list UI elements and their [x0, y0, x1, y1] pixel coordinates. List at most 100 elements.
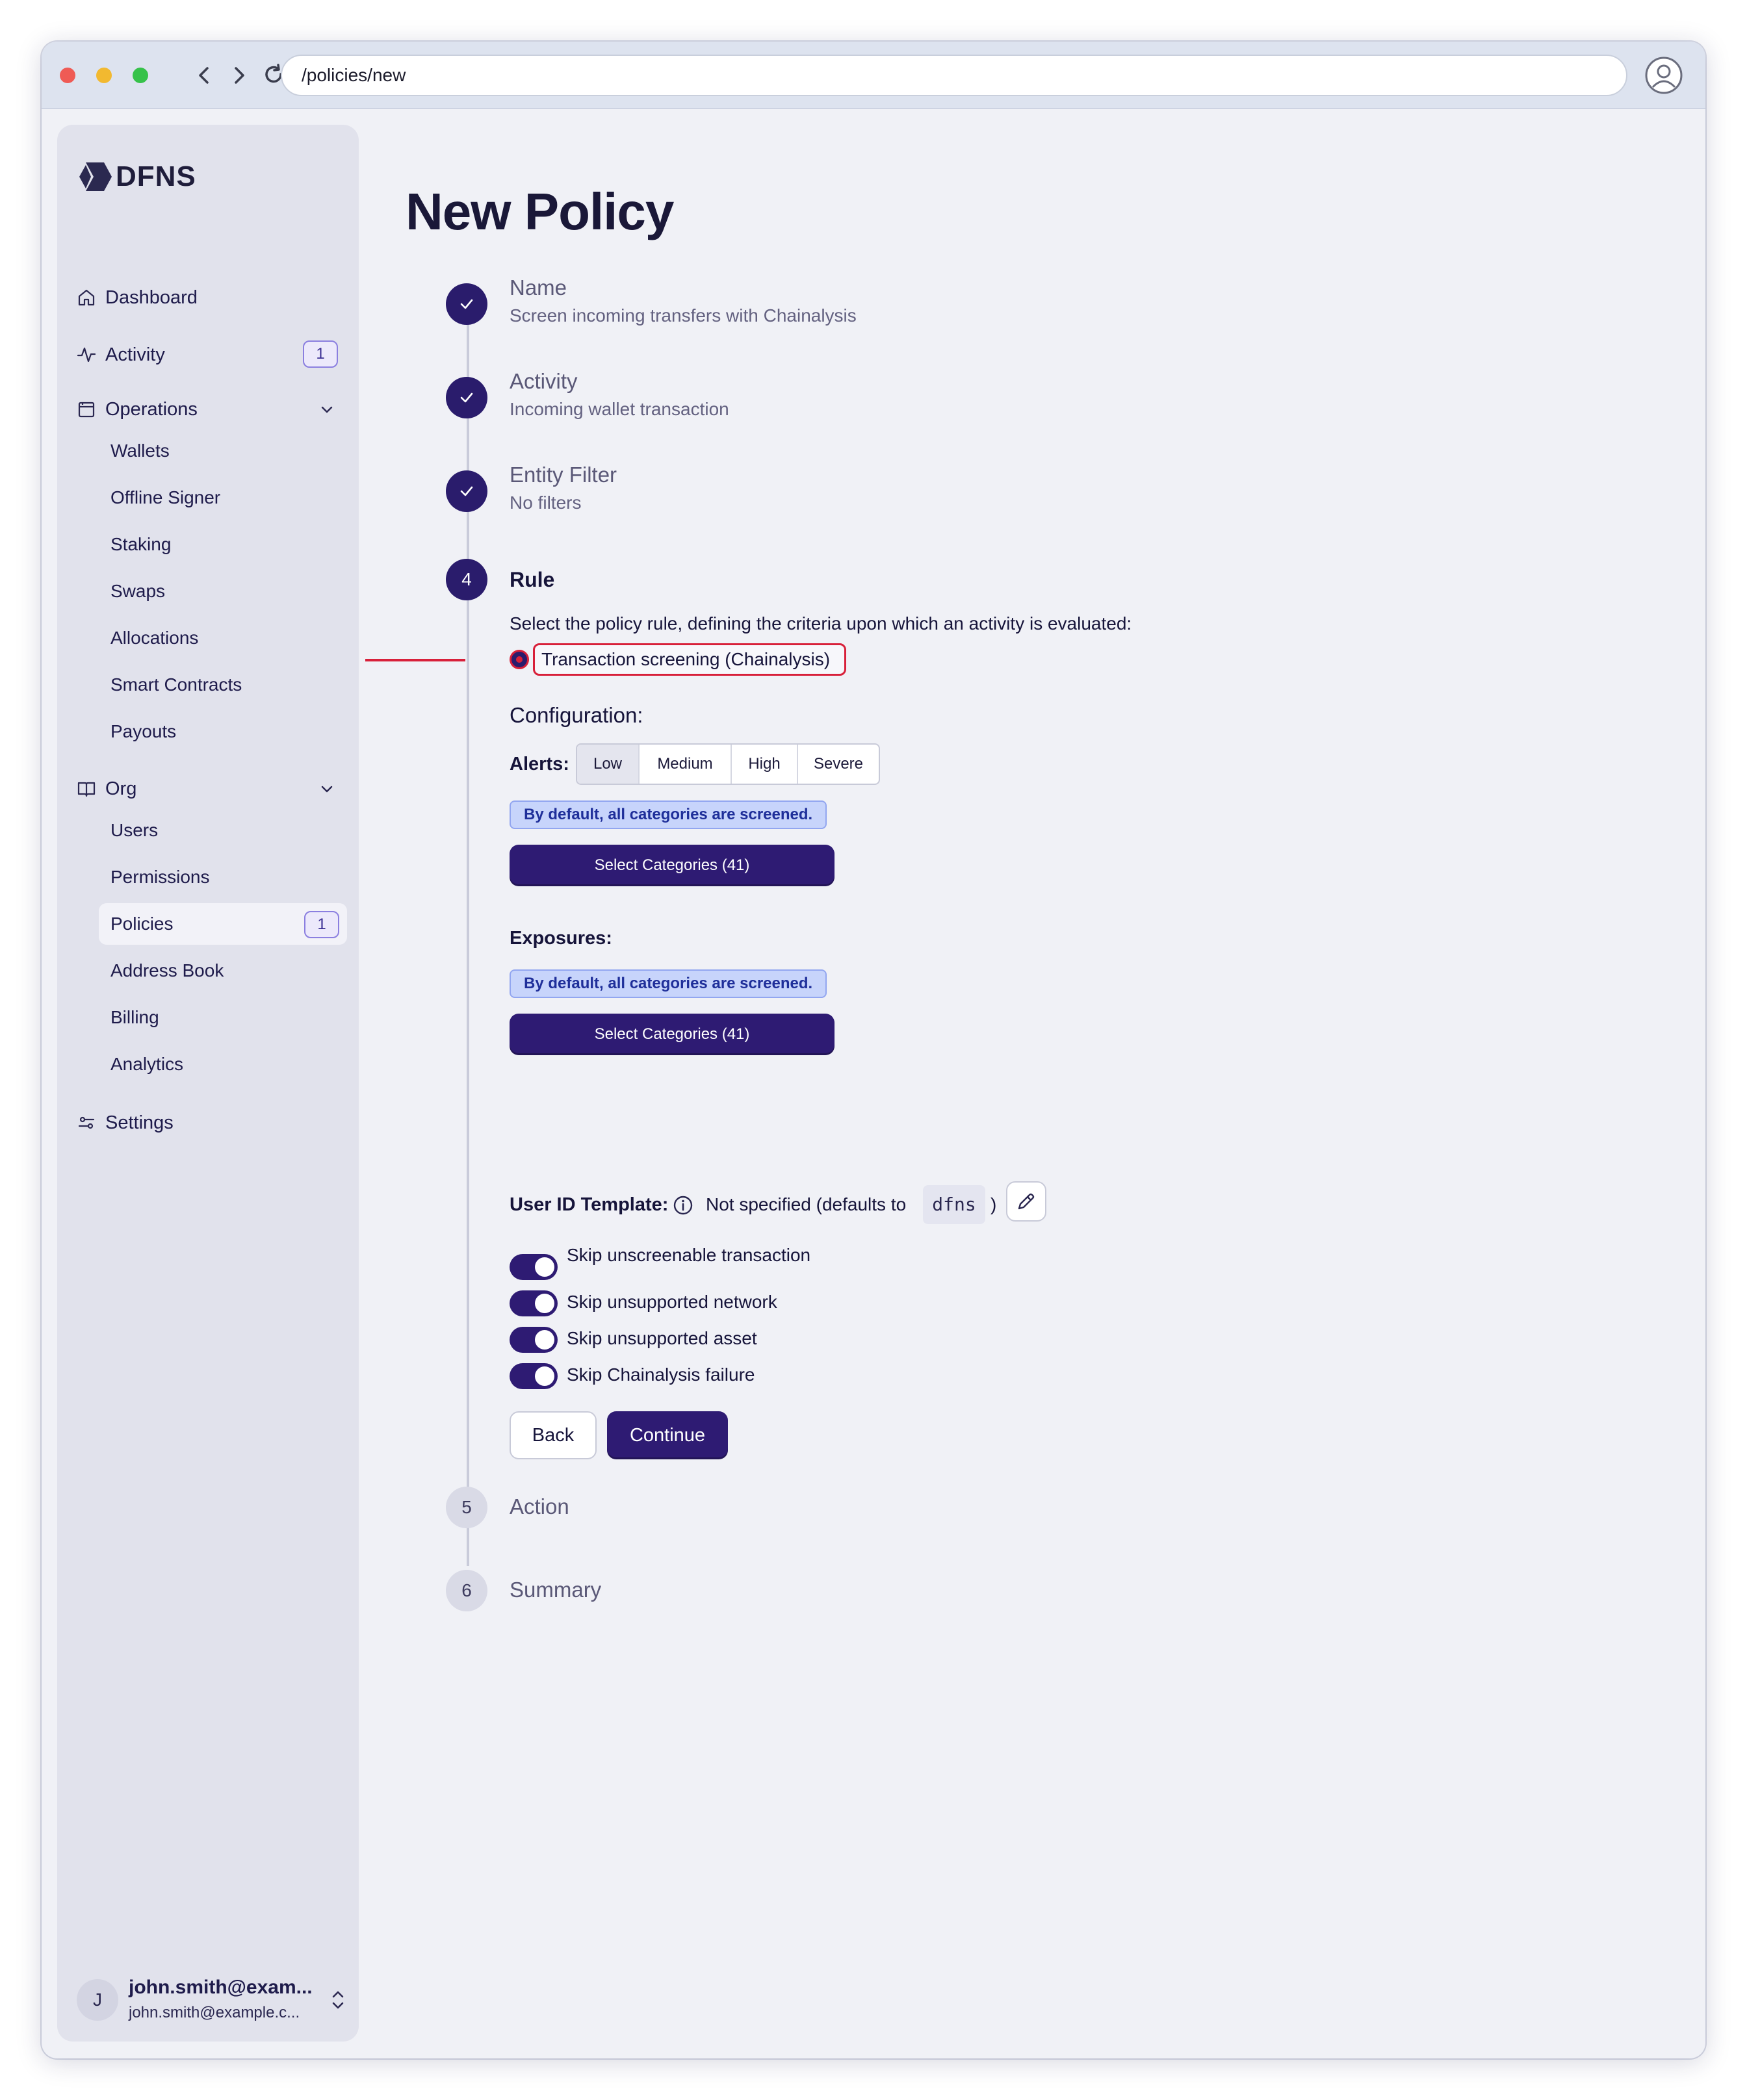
- step-2-complete-indicator: [446, 377, 487, 418]
- sidebar-item-label: Dashboard: [105, 287, 198, 308]
- step-4-title: Rule: [510, 568, 555, 591]
- sidebar-group-operations[interactable]: Operations: [77, 390, 198, 429]
- sidebar-item-label: Operations: [105, 398, 198, 420]
- settings-sliders-icon: [78, 1116, 95, 1129]
- sidebar-item-users[interactable]: Users: [99, 810, 347, 851]
- alerts-select-categories-button[interactable]: Select Categories (41): [510, 845, 835, 886]
- step-1-title[interactable]: Name: [510, 275, 567, 300]
- home-icon: [78, 289, 95, 306]
- sidebar-item-dashboard[interactable]: Dashboard: [77, 278, 198, 317]
- edit-user-id-template-button[interactable]: [1006, 1181, 1046, 1222]
- minimize-window-button[interactable]: [96, 68, 112, 83]
- sidebar-item-label: Org: [105, 778, 137, 799]
- url-bar[interactable]: /policies/new: [281, 55, 1627, 96]
- dfns-logo-icon: [79, 162, 112, 191]
- alert-level-low[interactable]: Low: [577, 745, 640, 784]
- profile-button[interactable]: [1644, 56, 1683, 95]
- alert-level-high[interactable]: High: [732, 745, 798, 784]
- exposures-info-chip: By default, all categories are screened.: [510, 969, 827, 998]
- sidebar-item-activity[interactable]: Activity: [77, 335, 165, 374]
- rule-description: Select the policy rule, defining the cri…: [510, 613, 1132, 634]
- back-nav-button[interactable]: [187, 58, 221, 92]
- configuration-title: Configuration:: [510, 703, 643, 727]
- toggle-label: Skip unsupported asset: [567, 1328, 757, 1348]
- step-2-title[interactable]: Activity: [510, 369, 578, 394]
- user-id-template-value: Not specified (defaults to: [706, 1194, 907, 1214]
- user-profile-icon: [1645, 57, 1683, 94]
- user-account-switcher[interactable]: J john.smith@exam... john.smith@example.…: [77, 1974, 344, 2026]
- toggle-skip-unsupported-asset[interactable]: [510, 1327, 558, 1353]
- chevron-down-icon[interactable]: [317, 780, 337, 799]
- sidebar-item-label: Settings: [105, 1112, 174, 1133]
- back-button[interactable]: Back: [510, 1411, 597, 1459]
- exposures-label: Exposures:: [510, 928, 612, 949]
- chevron-right-icon: [235, 67, 244, 84]
- user-id-default-code: dfns: [923, 1185, 985, 1224]
- alert-level-severe[interactable]: Severe: [798, 745, 879, 784]
- continue-button[interactable]: Continue: [607, 1411, 728, 1459]
- user-email: john.smith@example.c...: [129, 2004, 300, 2021]
- chevron-up-down-icon: [332, 1991, 344, 2009]
- rule-option-transaction-screening[interactable]: Transaction screening (Chainalysis): [533, 643, 846, 676]
- sidebar-item-payouts[interactable]: Payouts: [99, 711, 347, 752]
- logo-text: DFNS: [116, 160, 196, 192]
- chevron-down-icon[interactable]: [317, 400, 337, 420]
- step-3-complete-indicator: [446, 470, 487, 512]
- avatar: J: [77, 1979, 118, 2021]
- browser-toolbar: /policies/new: [42, 42, 1705, 109]
- step-1-complete-indicator: [446, 283, 487, 325]
- rule-radio-selected[interactable]: [510, 650, 529, 669]
- sidebar-item-settings[interactable]: Settings: [77, 1103, 174, 1142]
- exposures-select-categories-button[interactable]: Select Categories (41): [510, 1014, 835, 1055]
- sidebar-item-address-book[interactable]: Address Book: [99, 950, 347, 992]
- sidebar: DFNS Dashboard Activity 1 Operations Wal…: [57, 125, 359, 2042]
- sidebar-item-offline-signer[interactable]: Offline Signer: [99, 477, 347, 519]
- calendar-icon: [78, 402, 95, 418]
- maximize-window-button[interactable]: [133, 68, 148, 83]
- step-3-subtitle: No filters: [510, 493, 582, 513]
- check-icon: [460, 392, 473, 403]
- alert-level-selector: Low Medium High Severe: [576, 743, 880, 785]
- policies-count-badge: 1: [304, 911, 339, 938]
- alert-level-medium[interactable]: Medium: [640, 745, 732, 784]
- sidebar-item-wallets[interactable]: Wallets: [99, 430, 347, 472]
- activity-count-badge: 1: [303, 340, 338, 368]
- step-2-subtitle: Incoming wallet transaction: [510, 399, 729, 419]
- pencil-icon: [1018, 1193, 1035, 1210]
- page-title: New Policy: [406, 183, 674, 240]
- alerts-label: Alerts:: [510, 754, 569, 775]
- step-3-title[interactable]: Entity Filter: [510, 463, 617, 487]
- sidebar-item-permissions[interactable]: Permissions: [99, 856, 347, 898]
- user-name: john.smith@exam...: [129, 1977, 313, 1998]
- sidebar-item-billing[interactable]: Billing: [99, 997, 347, 1038]
- sidebar-item-swaps[interactable]: Swaps: [99, 570, 347, 612]
- toggle-skip-chainalysis-failure[interactable]: [510, 1363, 558, 1389]
- step-6-title: Summary: [510, 1578, 602, 1602]
- check-icon: [460, 486, 473, 496]
- chevron-left-icon: [199, 67, 209, 84]
- toggle-label: Skip unscreenable transaction: [567, 1245, 811, 1265]
- toggle-label: Skip Chainalysis failure: [567, 1364, 755, 1385]
- check-icon: [460, 299, 473, 309]
- step-6-pending-indicator: 6: [446, 1570, 487, 1611]
- sidebar-item-smart-contracts[interactable]: Smart Contracts: [99, 664, 347, 706]
- close-window-button[interactable]: [60, 68, 75, 83]
- step-5-title: Action: [510, 1494, 569, 1518]
- info-icon[interactable]: [672, 1194, 694, 1216]
- sidebar-item-analytics[interactable]: Analytics: [99, 1044, 347, 1085]
- browser-window: /policies/new DFNS Dashboard Activity 1: [42, 42, 1705, 2058]
- user-id-template-label: User ID Template:: [510, 1194, 669, 1215]
- user-id-template-closing: ): [990, 1194, 997, 1214]
- sidebar-item-staking[interactable]: Staking: [99, 524, 347, 565]
- sidebar-group-org[interactable]: Org: [77, 769, 136, 808]
- main-content: New Policy Name Screen incoming transfer…: [406, 126, 1679, 2010]
- alerts-info-chip: By default, all categories are screened.: [510, 800, 827, 829]
- sidebar-item-label: Activity: [105, 344, 165, 365]
- sidebar-item-allocations[interactable]: Allocations: [99, 617, 347, 659]
- step-5-pending-indicator: 5: [446, 1487, 487, 1528]
- toggle-skip-unscreenable-transaction[interactable]: [510, 1254, 558, 1280]
- forward-nav-button[interactable]: [222, 58, 256, 92]
- toggle-skip-unsupported-network[interactable]: [510, 1290, 558, 1316]
- dfns-logo[interactable]: DFNS: [77, 160, 196, 194]
- activity-icon: [77, 347, 96, 363]
